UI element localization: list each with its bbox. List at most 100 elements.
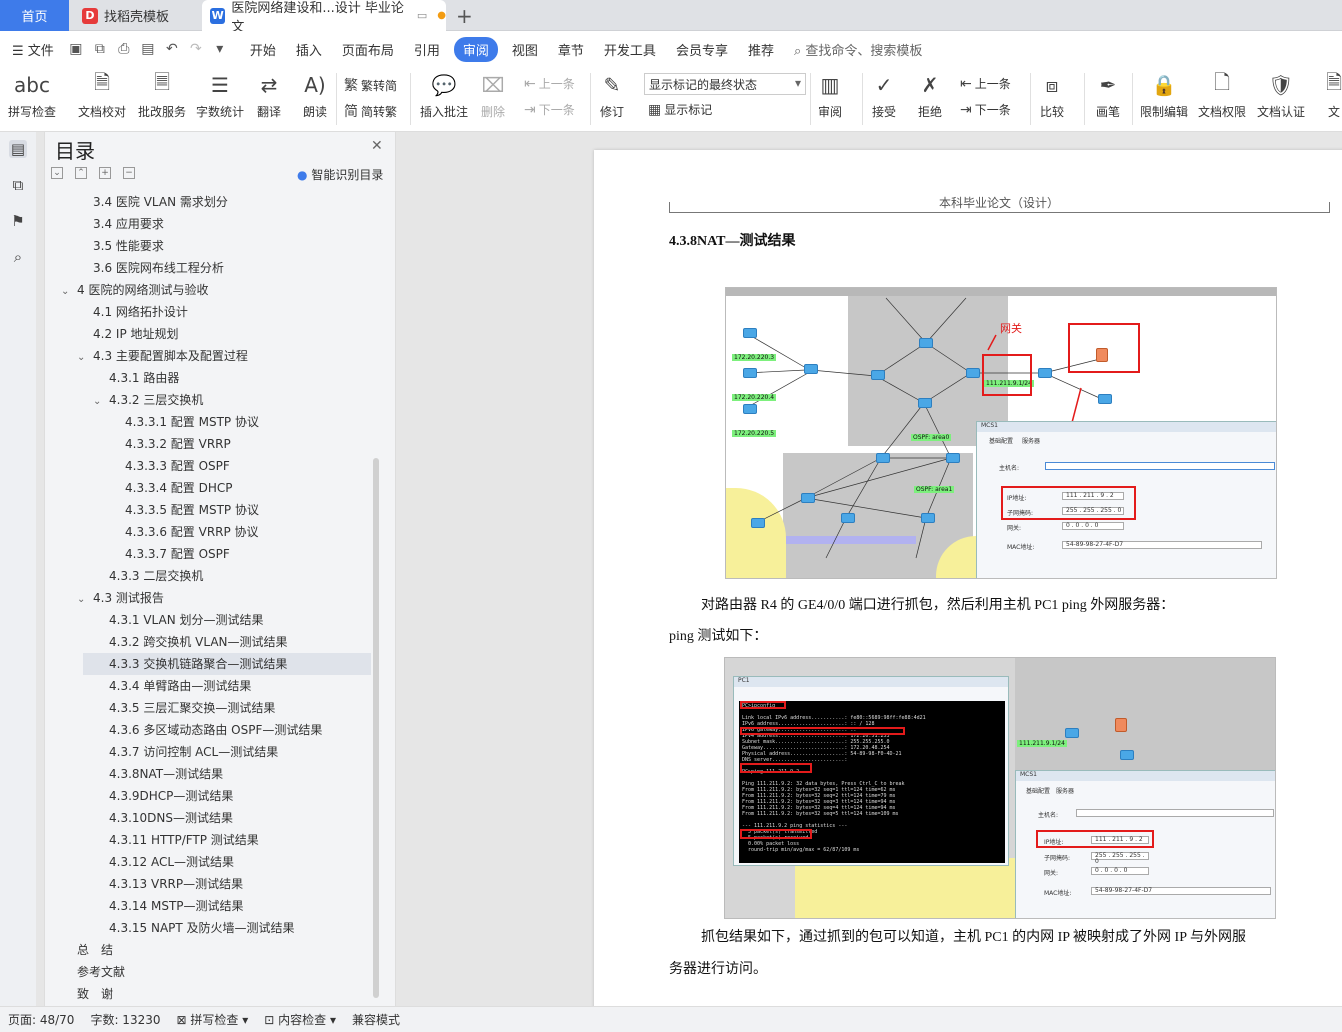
- expand-up-icon[interactable]: ⌃: [75, 167, 87, 179]
- toc-item[interactable]: 4.3.4 单臂路由—测试结果: [45, 675, 371, 697]
- menu-chapter[interactable]: 章节: [548, 40, 594, 59]
- toc-item[interactable]: ⌄ 4.3 测试报告: [45, 587, 371, 609]
- menu-member[interactable]: 会员专享: [666, 40, 738, 59]
- toc-item[interactable]: 4.3.2 跨交换机 VLAN—测试结果: [45, 631, 371, 653]
- menu-recommend[interactable]: 推荐: [738, 40, 784, 59]
- chapter-nav-icon[interactable]: ⧉: [9, 176, 27, 194]
- spellcheck-status[interactable]: ⊠ 拼写检查 ▾: [169, 1011, 257, 1028]
- content-check-status[interactable]: ⊡ 内容检查 ▾: [256, 1011, 344, 1028]
- toc-item[interactable]: 参考文献: [45, 961, 371, 983]
- close-icon[interactable]: ✕: [371, 138, 383, 154]
- collapse-all-icon[interactable]: ⌄: [51, 167, 63, 179]
- toc-panel-icon[interactable]: ▤: [9, 140, 27, 158]
- toc-item[interactable]: 4.3.9DHCP—测试结果: [45, 785, 371, 807]
- tab-document[interactable]: W 医院网络建设和...设计 毕业论文 ▭ ●: [202, 0, 446, 35]
- toc-item[interactable]: 4.3.3.6 配置 VRRP 协议: [45, 521, 371, 543]
- toc-item[interactable]: ⌄ 4.3 主要配置脚本及配置过程: [45, 345, 371, 367]
- undo-icon[interactable]: ↶: [164, 41, 180, 57]
- draw-button[interactable]: ✒ 画笔: [1094, 71, 1122, 120]
- remove-heading-icon[interactable]: −: [123, 167, 135, 179]
- redo-icon[interactable]: ↷: [188, 41, 204, 57]
- export-icon[interactable]: ⧉: [92, 41, 108, 57]
- toc-item[interactable]: 4.3.15 NAPT 及防火墙—测试结果: [45, 917, 371, 939]
- trad-to-simp-button[interactable]: 繁繁转简: [344, 75, 397, 95]
- toc-item[interactable]: 总 结: [45, 939, 371, 961]
- smart-toc-button[interactable]: ● 智能识别目录: [297, 166, 383, 183]
- prev-change-button[interactable]: ⇤ 上一条: [960, 75, 1011, 92]
- bookmark-icon[interactable]: ⚑: [9, 212, 27, 230]
- quick-access-dropdown-icon[interactable]: ▾: [212, 41, 228, 57]
- chevron-down-icon[interactable]: ⌄: [77, 589, 89, 611]
- toc-item[interactable]: 3.6 医院网布线工程分析: [45, 257, 371, 279]
- markup-state-select[interactable]: 显示标记的最终状态 ▾: [644, 73, 806, 95]
- spellcheck-button[interactable]: abc 拼写检查: [8, 71, 56, 120]
- doc-certify-button[interactable]: 🛡 文档认证: [1257, 71, 1305, 120]
- revise-button[interactable]: ✎ 修订: [598, 71, 626, 120]
- toc-item[interactable]: 4.3.3 交换机链路聚合—测试结果: [83, 653, 371, 675]
- chevron-down-icon[interactable]: ⌄: [61, 281, 73, 303]
- toc-item[interactable]: ⌄ 4.3.2 三层交换机: [45, 389, 371, 411]
- screen-icon[interactable]: ▭: [417, 9, 427, 22]
- toc-item[interactable]: 4.3.1 VLAN 划分—测试结果: [45, 609, 371, 631]
- toc-item[interactable]: 3.4 应用要求: [45, 213, 371, 235]
- toc-item[interactable]: 3.4 医院 VLAN 需求划分: [45, 191, 371, 213]
- toc-item[interactable]: 4.3.12 ACL—测试结果: [45, 851, 371, 873]
- toc-item[interactable]: 4.3.8NAT—测试结果: [45, 763, 371, 785]
- insert-comment-button[interactable]: 💬 插入批注: [420, 71, 468, 120]
- document-page[interactable]: 本科毕业论文（设计） 4.3.8NAT—测试结果 172.20.220.3 17…: [594, 150, 1342, 1006]
- page-count[interactable]: 页面: 48/70: [0, 1011, 82, 1028]
- command-search[interactable]: ⌕ 查找命令、搜索模板: [784, 40, 932, 59]
- toc-item[interactable]: 4.3.13 VRRP—测试结果: [45, 873, 371, 895]
- print-icon[interactable]: ⎙: [116, 41, 132, 57]
- menu-references[interactable]: 引用: [404, 40, 450, 59]
- toc-item[interactable]: 4.3.11 HTTP/FTP 测试结果: [45, 829, 371, 851]
- toc-item[interactable]: 4.3.3.7 配置 OSPF: [45, 543, 371, 565]
- wordcount-button[interactable]: ☰ 字数统计: [196, 71, 244, 120]
- menu-start[interactable]: 开始: [240, 40, 286, 59]
- menu-layout[interactable]: 页面布局: [332, 40, 404, 59]
- reject-button[interactable]: ✗ 拒绝: [916, 71, 944, 120]
- new-tab-button[interactable]: +: [456, 4, 473, 28]
- toc-item[interactable]: 4.3.3.2 配置 VRRP: [45, 433, 371, 455]
- review-service-button[interactable]: 🗏 批改服务: [138, 70, 186, 120]
- save-icon[interactable]: ▣: [68, 41, 84, 57]
- toc-item[interactable]: 4.3.3.3 配置 OSPF: [45, 455, 371, 477]
- chevron-down-icon[interactable]: ⌄: [77, 347, 89, 369]
- menu-review[interactable]: 审阅: [453, 36, 498, 62]
- word-count[interactable]: 字数: 13230: [82, 1011, 168, 1028]
- search-panel-icon[interactable]: ⌕: [9, 248, 27, 266]
- toc-item[interactable]: 4.3.3.1 配置 MSTP 协议: [45, 411, 371, 433]
- toc-item[interactable]: 4.1 网络拓扑设计: [45, 301, 371, 323]
- tab-home[interactable]: 首页: [0, 0, 69, 31]
- toc-item[interactable]: 致 谢: [45, 983, 371, 1005]
- toc-item[interactable]: 4.3.3.5 配置 MSTP 协议: [45, 499, 371, 521]
- doc-permission-button[interactable]: 🗋 文档权限: [1198, 70, 1246, 120]
- simp-to-trad-button[interactable]: 简简转繁: [344, 101, 397, 121]
- preview-icon[interactable]: ▤: [140, 41, 156, 57]
- toc-item[interactable]: 4.3.5 三层汇聚交换—测试结果: [45, 697, 371, 719]
- delete-comment-button[interactable]: ⌧ 删除: [479, 71, 507, 120]
- show-markup-button[interactable]: ▦ 显示标记: [648, 101, 712, 118]
- menu-insert[interactable]: 插入: [286, 40, 332, 59]
- toc-item[interactable]: 4.3.1 路由器: [45, 367, 371, 389]
- accept-button[interactable]: ✓ 接受: [870, 71, 898, 120]
- menu-view[interactable]: 视图: [502, 40, 548, 59]
- toc-scrollbar[interactable]: [373, 458, 379, 998]
- file-menu[interactable]: ☰ 文件: [0, 40, 64, 59]
- compare-button[interactable]: ⧈ 比较: [1038, 71, 1066, 120]
- toc-item[interactable]: 4.2 IP 地址规划: [45, 323, 371, 345]
- chevron-down-icon[interactable]: ⌄: [93, 391, 105, 413]
- toc-item[interactable]: 4.3.14 MSTP—测试结果: [45, 895, 371, 917]
- toc-item[interactable]: 4.3.10DNS—测试结果: [45, 807, 371, 829]
- menu-developer[interactable]: 开发工具: [594, 40, 666, 59]
- prev-comment-button[interactable]: ⇤ 上一条: [524, 75, 575, 92]
- toc-item[interactable]: 4.3.3.4 配置 DHCP: [45, 477, 371, 499]
- doccheck-button[interactable]: 🗎 文档校对: [78, 70, 126, 120]
- review-pane-button[interactable]: ▥ 审阅: [816, 71, 844, 120]
- next-comment-button[interactable]: ⇥ 下一条: [524, 101, 575, 118]
- next-change-button[interactable]: ⇥ 下一条: [960, 101, 1011, 118]
- tab-templates[interactable]: D 找稻壳模板: [70, 0, 200, 31]
- toc-item[interactable]: 4.3.7 访问控制 ACL—测试结果: [45, 741, 371, 763]
- toc-item[interactable]: 4.3.3 二层交换机: [45, 565, 371, 587]
- translate-button[interactable]: ⇄ 翻译: [255, 71, 283, 120]
